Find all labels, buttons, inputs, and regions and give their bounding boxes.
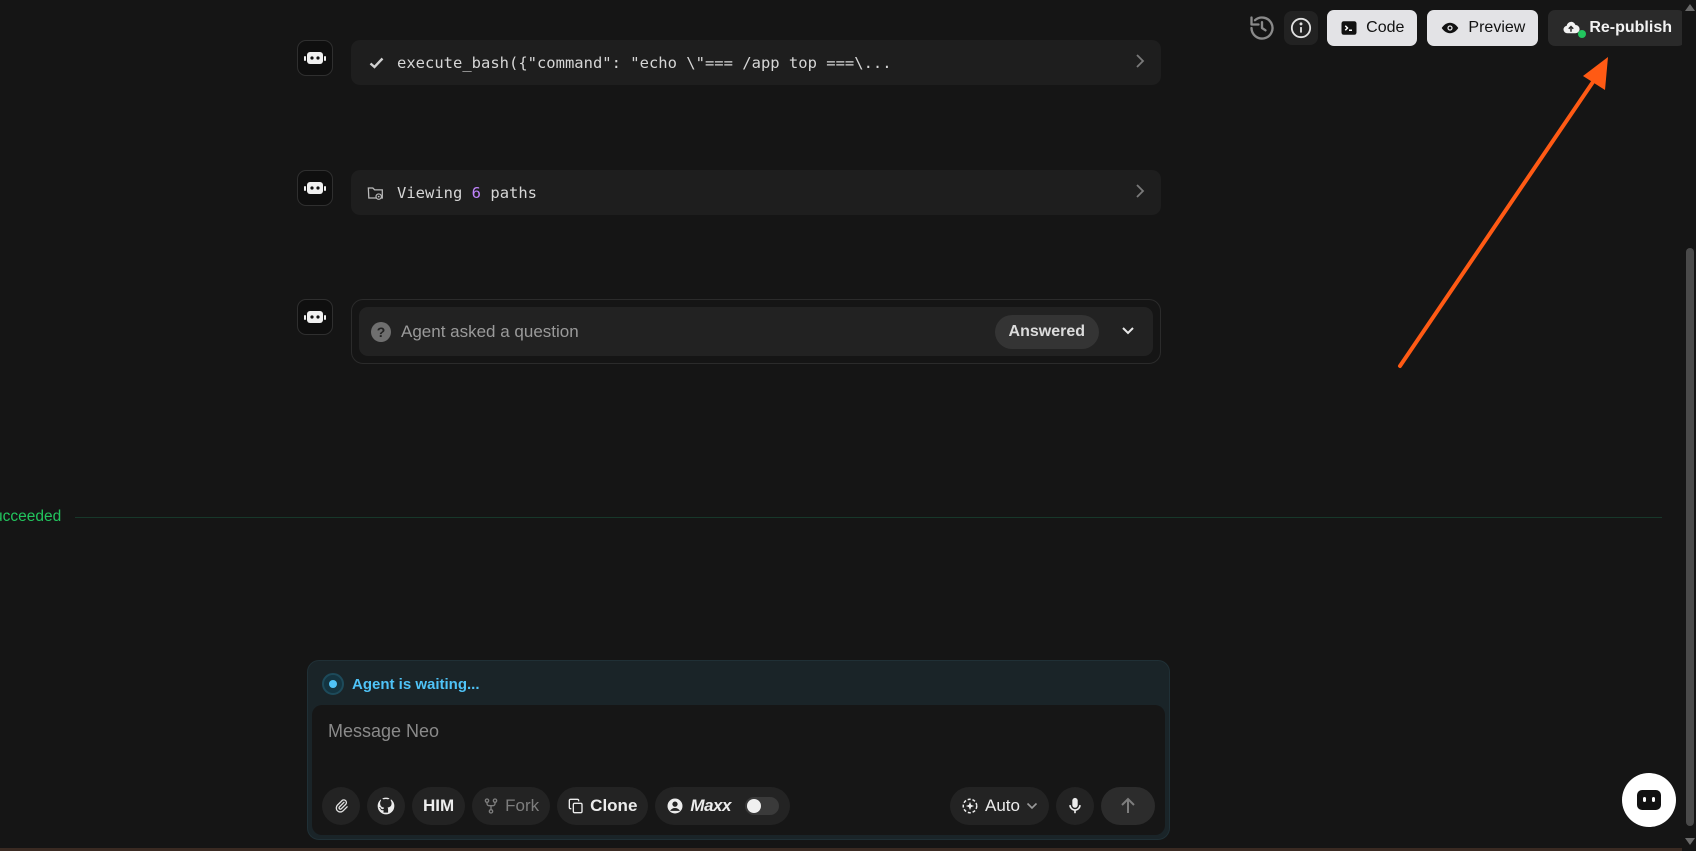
message-composer: Agent is waiting... HIM Fork Clone Maxx (307, 660, 1170, 840)
microphone-icon (1069, 797, 1081, 814)
bot-avatar (297, 40, 333, 76)
maxx-label: Maxx (690, 796, 731, 815)
viewing-prefix: Viewing (397, 183, 463, 202)
message-input[interactable] (328, 721, 928, 742)
fork-label: Fork (505, 796, 540, 815)
mode-select[interactable]: Auto (950, 787, 1049, 825)
scroll-thumb[interactable] (1686, 248, 1694, 826)
chevron-right-icon (1135, 53, 1145, 73)
waiting-text: Agent is waiting... (352, 675, 480, 693)
robot-icon (304, 182, 326, 194)
status-text: ucceeded (0, 508, 62, 525)
attach-button[interactable] (322, 787, 360, 825)
code-button-label: Code (1366, 19, 1405, 36)
robot-icon (1637, 790, 1661, 810)
question-card: ? Agent asked a question Answered (351, 299, 1161, 364)
composer-toolbar: HIM Fork Clone Maxx Auto (322, 787, 1155, 825)
bot-avatar (297, 170, 333, 206)
maxx-toggle-group: Maxx (655, 787, 790, 825)
copy-icon (568, 798, 583, 814)
answered-badge: Answered (994, 314, 1099, 349)
preview-button[interactable]: Preview (1427, 10, 1539, 46)
republish-button[interactable]: Re-publish (1548, 10, 1685, 46)
send-button[interactable] (1101, 787, 1155, 825)
auto-mode-icon (962, 798, 978, 814)
assistant-launcher-button[interactable] (1622, 773, 1676, 827)
preview-button-label: Preview (1468, 19, 1526, 36)
status-divider: ucceeded (0, 508, 1662, 526)
top-toolbar: Code Preview Re-publish (1245, 10, 1685, 46)
scroll-up-arrow-icon[interactable] (1685, 4, 1695, 11)
divider-line (75, 517, 1662, 518)
github-icon (377, 797, 395, 815)
scroll-down-arrow-icon[interactable] (1685, 838, 1695, 845)
check-icon (367, 57, 385, 69)
chevron-right-icon (1135, 183, 1145, 203)
question-bar[interactable]: ? Agent asked a question Answered (359, 307, 1153, 356)
eye-icon (1442, 22, 1459, 34)
terminal-icon (1341, 21, 1357, 35)
him-button[interactable]: HIM (412, 787, 466, 825)
info-icon[interactable] (1284, 11, 1319, 45)
scrollbar[interactable] (1682, 0, 1696, 851)
question-text: Agent asked a question (401, 321, 579, 341)
viewing-suffix: paths (490, 183, 538, 202)
robot-icon (304, 52, 326, 64)
paperclip-icon (335, 799, 348, 813)
tool-call-card[interactable]: execute_bash({"command": "echo \"=== /ap… (351, 40, 1161, 85)
microphone-button[interactable] (1056, 787, 1094, 825)
history-icon[interactable] (1245, 11, 1279, 45)
user-circle-icon (667, 798, 683, 814)
fork-button[interactable]: Fork (472, 787, 551, 825)
chevron-down-icon[interactable] (1121, 323, 1135, 341)
robot-icon (304, 311, 326, 323)
tool-call-text: execute_bash({"command": "echo \"=== /ap… (397, 53, 892, 72)
republish-button-label: Re-publish (1589, 19, 1672, 36)
agent-status: Agent is waiting... (322, 673, 480, 695)
fork-icon (484, 798, 498, 814)
mode-label: Auto (985, 796, 1020, 815)
bot-avatar (297, 299, 333, 335)
input-box: HIM Fork Clone Maxx Auto (312, 705, 1165, 835)
question-icon: ? (371, 321, 391, 342)
code-button[interactable]: Code (1327, 10, 1418, 46)
waiting-indicator-icon (322, 673, 344, 695)
viewing-count: 6 (471, 183, 482, 202)
github-button[interactable] (367, 787, 405, 825)
status-dot (1578, 30, 1587, 38)
chevron-down-icon (1026, 802, 1038, 810)
clone-label: Clone (590, 796, 638, 815)
viewing-paths-card[interactable]: Viewing 6 paths (351, 170, 1161, 215)
maxx-toggle[interactable] (744, 797, 779, 815)
clone-button[interactable]: Clone (557, 787, 649, 825)
arrow-up-icon (1121, 797, 1135, 813)
folder-view-icon (367, 184, 385, 202)
